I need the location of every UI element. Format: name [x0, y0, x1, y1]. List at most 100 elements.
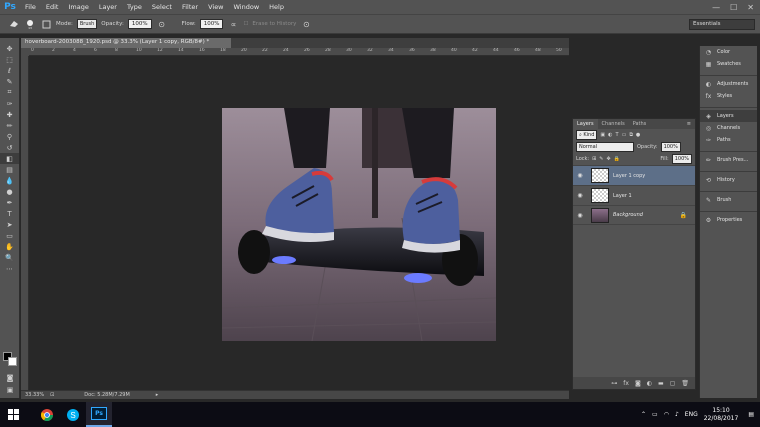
- photoshop-taskbar-button[interactable]: Ps: [86, 402, 112, 427]
- skype-taskbar-button[interactable]: S: [60, 402, 86, 427]
- blur-tool-icon[interactable]: 💧: [0, 175, 19, 186]
- new-adjustment-layer-icon[interactable]: ◐: [647, 380, 652, 387]
- dock-properties[interactable]: ⚙ Properties: [700, 214, 757, 226]
- menu-select[interactable]: Select: [147, 3, 177, 11]
- filter-adjustment-icon[interactable]: ◐: [608, 132, 612, 138]
- menu-type[interactable]: Type: [122, 3, 147, 11]
- screen-mode-icon[interactable]: ▣: [0, 384, 20, 395]
- ruler-origin[interactable]: [21, 48, 29, 56]
- fill-input[interactable]: 100%: [671, 154, 692, 164]
- lock-position-icon[interactable]: ✥: [607, 156, 611, 162]
- flow-input[interactable]: 100%: [199, 19, 224, 29]
- status-menu-arrow-icon[interactable]: ▸: [156, 392, 159, 398]
- vertical-ruler[interactable]: [21, 56, 29, 390]
- wifi-icon[interactable]: ◠: [664, 411, 669, 418]
- filter-shape-icon[interactable]: ▭: [622, 132, 627, 138]
- menu-image[interactable]: Image: [63, 3, 93, 11]
- lock-all-icon[interactable]: 🔒: [614, 156, 620, 162]
- notification-icon[interactable]: ▭: [652, 411, 658, 418]
- dock-paths[interactable]: ✑ Paths: [700, 134, 757, 146]
- horizontal-ruler[interactable]: 0 2 4 6 8 10 12 14 16 18 20 22 24 26 28 30 32 34 36 38 40 42 4…: [29, 48, 569, 56]
- dock-swatches[interactable]: ▦ Swatches: [700, 58, 757, 70]
- blend-mode-select[interactable]: Normal: [576, 142, 634, 152]
- healing-brush-tool-icon[interactable]: ✚: [0, 109, 19, 120]
- menu-window[interactable]: Window: [229, 3, 265, 11]
- delete-layer-icon[interactable]: 🗑: [681, 380, 689, 387]
- dock-brush-presets[interactable]: ✏ Brush Pres...: [700, 154, 757, 166]
- layer-name[interactable]: Layer 1: [613, 193, 632, 199]
- document-tab[interactable]: hoverboard-2003088_1920.psd @ 33.3% (Lay…: [21, 38, 231, 48]
- menu-filter[interactable]: Filter: [177, 3, 203, 11]
- filter-type-icon[interactable]: T: [616, 132, 619, 138]
- action-center-icon[interactable]: ▤: [748, 411, 754, 418]
- shape-tool-icon[interactable]: ▭: [0, 230, 19, 241]
- layer-opacity-input[interactable]: 100%: [660, 142, 681, 152]
- hand-tool-icon[interactable]: ✋: [0, 241, 19, 252]
- menu-help[interactable]: Help: [264, 3, 289, 11]
- layer-row[interactable]: ◉ Layer 1 copy: [573, 165, 695, 185]
- layer-name[interactable]: Layer 1 copy: [613, 173, 645, 179]
- menu-file[interactable]: File: [20, 3, 41, 11]
- type-tool-icon[interactable]: T: [0, 208, 19, 219]
- zoom-level[interactable]: 33.33%: [25, 392, 44, 398]
- tab-paths[interactable]: Paths: [629, 119, 651, 129]
- clone-stamp-tool-icon[interactable]: ⚲: [0, 131, 19, 142]
- tab-layers[interactable]: Layers: [573, 119, 598, 129]
- close-button[interactable]: ✕: [747, 3, 754, 12]
- dock-color[interactable]: ◔ Color: [700, 46, 757, 58]
- history-brush-tool-icon[interactable]: ↺: [0, 142, 19, 153]
- brush-size-picker-icon[interactable]: 13: [24, 18, 36, 30]
- visibility-eye-icon[interactable]: ◉: [573, 212, 587, 219]
- tab-channels[interactable]: Channels: [598, 119, 629, 129]
- zoom-tool-icon[interactable]: 🔍: [0, 252, 19, 263]
- move-tool-icon[interactable]: ✥: [0, 43, 19, 54]
- filter-smart-object-icon[interactable]: ⧉: [629, 132, 633, 138]
- mode-select[interactable]: Brush: [76, 19, 98, 29]
- path-selection-tool-icon[interactable]: ➤: [0, 219, 19, 230]
- lock-pixels-icon[interactable]: ✎: [599, 156, 603, 162]
- layer-row[interactable]: ◉ Layer 1: [573, 185, 695, 205]
- dock-styles[interactable]: fx Styles: [700, 90, 757, 102]
- lock-transparent-icon[interactable]: ⊞: [592, 156, 596, 162]
- opacity-input[interactable]: 100%: [127, 19, 152, 29]
- lasso-tool-icon[interactable]: ℓ: [0, 65, 19, 76]
- volume-icon[interactable]: ♪: [675, 411, 679, 418]
- language-indicator[interactable]: ENG: [685, 411, 698, 418]
- filter-pixel-icon[interactable]: ▣: [600, 132, 605, 138]
- eraser-tool-icon[interactable]: ◧: [0, 153, 19, 164]
- layer-row[interactable]: ◉ Background 🔒: [573, 205, 695, 225]
- dock-history[interactable]: ⟲ History: [700, 174, 757, 186]
- document-canvas-image[interactable]: [222, 108, 496, 341]
- show-hidden-icons-icon[interactable]: ⌃: [641, 411, 646, 418]
- dock-channels[interactable]: ◎ Channels: [700, 122, 757, 134]
- filter-toggle-icon[interactable]: ●: [636, 132, 640, 138]
- gradient-tool-icon[interactable]: ▤: [0, 164, 19, 175]
- crop-tool-icon[interactable]: ⌗: [0, 87, 19, 98]
- link-layers-icon[interactable]: ⊶: [611, 380, 617, 387]
- background-color-swatch[interactable]: [8, 357, 17, 366]
- eraser-tool-preset-icon[interactable]: [8, 18, 20, 30]
- airbrush-icon[interactable]: ∝: [227, 18, 239, 30]
- pen-tool-icon[interactable]: ✒: [0, 197, 19, 208]
- dock-layers[interactable]: ◈ Layers: [700, 110, 757, 122]
- erase-to-history-checkbox[interactable]: ☐: [243, 21, 248, 27]
- eyedropper-tool-icon[interactable]: ✑: [0, 98, 19, 109]
- panel-menu-icon[interactable]: ≡: [687, 121, 695, 127]
- visibility-eye-icon[interactable]: ◉: [573, 172, 587, 179]
- minimize-button[interactable]: —: [712, 3, 720, 12]
- new-layer-icon[interactable]: ▢: [670, 380, 676, 387]
- visibility-eye-icon[interactable]: ◉: [573, 192, 587, 199]
- marquee-tool-icon[interactable]: ⬚: [0, 54, 19, 65]
- menu-layer[interactable]: Layer: [94, 3, 122, 11]
- photoshop-logo[interactable]: Ps: [0, 0, 20, 14]
- layer-name[interactable]: Background: [613, 212, 643, 218]
- dodge-tool-icon[interactable]: ●: [0, 186, 19, 197]
- opacity-pressure-icon[interactable]: ⊙: [156, 18, 168, 30]
- more-tools-icon[interactable]: ⋯: [0, 263, 19, 274]
- status-info-icon[interactable]: ⊡: [50, 392, 54, 398]
- chrome-taskbar-button[interactable]: [34, 402, 60, 427]
- quick-select-tool-icon[interactable]: ✎: [0, 76, 19, 87]
- menu-view[interactable]: View: [203, 3, 228, 11]
- filter-kind-select[interactable]: ⌕ Kind: [576, 130, 598, 140]
- new-group-icon[interactable]: ▬: [658, 380, 664, 387]
